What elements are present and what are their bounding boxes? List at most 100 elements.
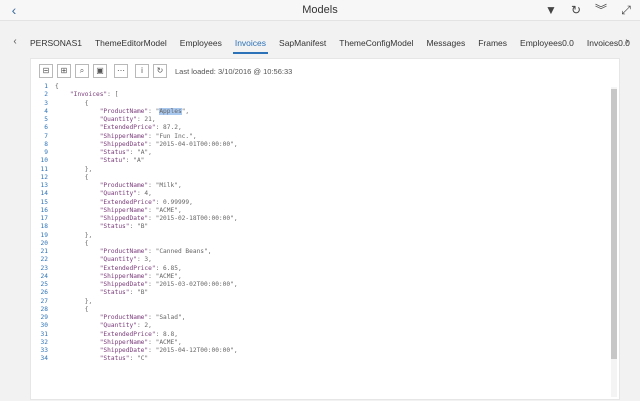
tab-scroll-right-icon[interactable]: › xyxy=(620,35,634,49)
line-number: 29 xyxy=(40,314,48,321)
line-number: 34 xyxy=(40,355,48,363)
line-number: 27 xyxy=(40,297,48,305)
line-number: 6 xyxy=(44,124,48,132)
line-number: 4 xyxy=(44,107,48,115)
code-line[interactable]: "ShipperName": "ACME", xyxy=(55,339,182,346)
code-line[interactable]: "ShippedDate": "2015-02-18T00:00:00", xyxy=(55,215,238,222)
code-line[interactable]: "ShipperName": "ACME", xyxy=(55,207,182,214)
code-line[interactable]: "Status": "B" xyxy=(55,223,148,230)
code-line[interactable]: "ProductName": "Salad", xyxy=(55,314,186,321)
code-line[interactable]: "ShipperName": "ACME", xyxy=(55,273,182,280)
tab-frames[interactable]: Frames xyxy=(478,36,507,54)
line-number: 33 xyxy=(40,347,48,354)
line-number: 5 xyxy=(44,116,48,123)
tab-themeconfigmodel[interactable]: ThemeConfigModel xyxy=(339,36,413,54)
line-number: 32 xyxy=(40,338,48,346)
line-number: 11 xyxy=(40,165,48,173)
tab-messages[interactable]: Messages xyxy=(426,36,465,54)
line-number: 20 xyxy=(40,239,48,247)
code-line[interactable]: { xyxy=(55,100,89,107)
code-line[interactable]: { xyxy=(55,174,89,181)
last-loaded-text: Last loaded: 3/10/2016 @ 10:56:33 xyxy=(175,66,293,76)
tab-employees[interactable]: Employees xyxy=(180,36,222,54)
line-number: 18 xyxy=(40,223,48,231)
code-line[interactable]: "Invoices": [ xyxy=(55,91,118,98)
code-line[interactable]: { xyxy=(55,83,59,90)
model-tab-bar: ‹ PERSONAS1 ThemeEditorModel Employees Invo… xyxy=(0,21,640,54)
line-number: 25 xyxy=(40,281,48,288)
search-icon[interactable]: ⌕ xyxy=(75,64,89,78)
code-line[interactable]: "ExtendedPrice": 6.85, xyxy=(55,265,182,272)
line-number: 10 xyxy=(40,157,48,165)
selected-text: Apples xyxy=(159,107,182,115)
line-number: 23 xyxy=(40,264,48,272)
tab-scroll-left-icon[interactable]: ‹ xyxy=(8,35,22,49)
line-number: 21 xyxy=(40,248,48,255)
line-number: 7 xyxy=(44,132,48,140)
line-number: 15 xyxy=(40,198,48,206)
line-number: 28 xyxy=(40,305,48,313)
expand-all-icon[interactable]: ⊞ xyxy=(57,64,71,78)
code-line[interactable]: "ProductName": "Apples", xyxy=(55,107,189,115)
code-line[interactable]: { xyxy=(55,306,89,313)
code-line[interactable]: "Quantity": 4, xyxy=(55,190,152,197)
code-line[interactable]: }, xyxy=(55,166,92,173)
line-number: 19 xyxy=(40,231,48,239)
tab-list: PERSONAS1 ThemeEditorModel Employees Invoic… xyxy=(30,36,640,54)
line-number: 14 xyxy=(40,190,48,198)
fullscreen-icon[interactable]: ⤢ xyxy=(618,2,634,18)
line-number: 31 xyxy=(40,330,48,338)
code-line[interactable]: "ShippedDate": "2015-04-12T00:00:00", xyxy=(55,347,238,354)
code-line[interactable]: "ShippedDate": "2015-04-01T00:00:00", xyxy=(55,141,238,148)
code-line[interactable]: }, xyxy=(55,232,92,239)
line-number: 17 xyxy=(40,215,48,222)
collapse-all-icon[interactable]: ⊟ xyxy=(39,64,53,78)
tab-personas1[interactable]: PERSONAS1 xyxy=(30,36,82,54)
line-number: 16 xyxy=(40,206,48,214)
tab-themeeditormodel[interactable]: ThemeEditorModel xyxy=(95,36,167,54)
title-bar: ‹ Models ▼ ↻ ︾ ⤢ xyxy=(0,0,640,21)
line-number: 24 xyxy=(40,272,48,280)
code-line[interactable]: "Quantity": 21, xyxy=(55,116,156,123)
tab-employees0-0[interactable]: Employees0.0 xyxy=(520,36,574,54)
code-line[interactable]: "ProductName": "Milk", xyxy=(55,182,182,189)
json-editor[interactable]: 1 2 3 4 5 6 7 8 9 10 11 12 13 14 15 16 17 18 19 20 21 22 23 24 2… xyxy=(31,83,619,401)
line-number: 30 xyxy=(40,322,48,330)
line-number: 9 xyxy=(44,149,48,156)
code-line[interactable]: "Statu": "A" xyxy=(55,157,145,164)
code-line[interactable]: "Status": "A", xyxy=(55,149,152,156)
line-number-gutter: 1 2 3 4 5 6 7 8 9 10 11 12 13 14 15 16 17 18 19 20 21 22 23 24 2… xyxy=(31,83,49,401)
more-icon[interactable]: ⋯ xyxy=(114,64,128,78)
code-line[interactable]: "ShipperName": "Fun Inc.", xyxy=(55,133,197,140)
code-line[interactable]: "ShippedDate": "2015-03-02T00:00:00", xyxy=(55,281,238,288)
line-number: 3 xyxy=(44,99,48,107)
code-line[interactable]: "ExtendedPrice": 8.8, xyxy=(55,331,178,338)
collapse-icon[interactable]: ︾ xyxy=(593,2,609,18)
line-number: 13 xyxy=(40,182,48,189)
code-line[interactable]: "Quantity": 3, xyxy=(55,256,152,263)
editor-toolbar: ⊟ ⊞ ⌕ ▣ ⋯ i ↻ Last loaded: 3/10/2016 @ 1… xyxy=(39,63,292,79)
line-number: 12 xyxy=(40,173,48,181)
code-line[interactable]: "Quantity": 2, xyxy=(55,322,152,329)
line-number: 22 xyxy=(40,256,48,264)
line-number: 2 xyxy=(44,91,48,99)
code-line[interactable]: "ExtendedPrice": 0.99999, xyxy=(55,199,193,206)
save-icon[interactable]: ▣ xyxy=(93,64,107,78)
code-line[interactable]: { xyxy=(55,240,89,247)
filter-icon[interactable]: ▼ xyxy=(543,2,559,18)
tab-sapmanifest[interactable]: SapManifest xyxy=(279,36,326,54)
title-bar-actions: ▼ ↻ ︾ ⤢ xyxy=(543,2,634,18)
refresh-icon[interactable]: ↻ xyxy=(568,2,584,18)
code-line[interactable]: "Status": "B" xyxy=(55,289,148,296)
model-panel: ⊟ ⊞ ⌕ ▣ ⋯ i ↻ Last loaded: 3/10/2016 @ 1… xyxy=(30,58,620,400)
tab-invoices[interactable]: Invoices xyxy=(232,36,269,54)
reload-icon[interactable]: ↻ xyxy=(153,64,167,78)
line-number: 26 xyxy=(40,289,48,297)
info-icon[interactable]: i xyxy=(135,64,149,78)
editor-scrollbar-thumb[interactable] xyxy=(611,89,617,359)
code-line[interactable]: "Status": "C" xyxy=(55,355,148,362)
line-number: 8 xyxy=(44,140,48,148)
code-line[interactable]: }, xyxy=(55,298,92,305)
code-line[interactable]: "ExtendedPrice": 87.2, xyxy=(55,124,182,131)
code-line[interactable]: "ProductName": "Canned Beans", xyxy=(55,248,212,255)
